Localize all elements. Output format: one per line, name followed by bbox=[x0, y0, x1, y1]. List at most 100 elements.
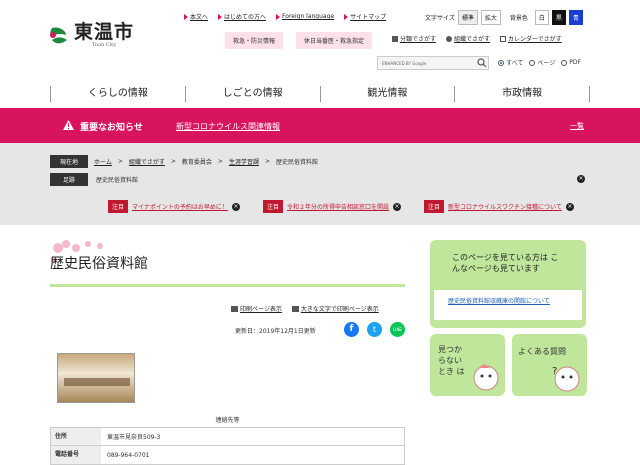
global-nav: くらしの情報 しごとの情報 観光情報 市政情報 bbox=[50, 86, 590, 102]
crumb-separator: > bbox=[217, 158, 223, 165]
close-notice-icon[interactable]: × bbox=[565, 202, 574, 211]
not-found-button[interactable]: 見つからない とき は bbox=[430, 334, 505, 396]
history-trail: 足跡 歴史民俗資料館 bbox=[50, 173, 138, 186]
svg-text:?: ? bbox=[552, 366, 557, 377]
skip-to-content-link[interactable]: 本文へ bbox=[184, 12, 208, 21]
crumb-lifelong[interactable]: 生涯学習課 bbox=[229, 157, 259, 166]
related-link[interactable]: 歴史民俗資料館収蔵庫の開館について bbox=[448, 298, 550, 305]
covid-info-link[interactable]: 新型コロナウイルス関連情報 bbox=[176, 121, 280, 132]
site-search-input[interactable]: ENHANCED BY Google bbox=[377, 56, 489, 70]
arrow-icon bbox=[344, 13, 349, 20]
category-search-link[interactable]: 分類でさがす bbox=[392, 34, 436, 43]
nav-tourism[interactable]: 観光情報 bbox=[321, 86, 456, 102]
arrow-icon bbox=[276, 13, 281, 20]
arrow-icon bbox=[184, 13, 188, 20]
notice-link[interactable]: 新型コロナウイルスワクチン接種について bbox=[448, 202, 562, 211]
close-history-icon[interactable]: × bbox=[577, 175, 585, 183]
title-underline bbox=[50, 284, 405, 287]
logo-subtitle: Toon City bbox=[91, 42, 117, 48]
bg-white-button[interactable]: 白 bbox=[534, 10, 549, 25]
calendar-icon bbox=[500, 35, 507, 42]
display-controls: 文字サイズ 標準 拡大 背景色 白 黒 青 bbox=[425, 10, 583, 25]
printer-icon bbox=[231, 305, 238, 312]
notice-item-2: 注目 令和２年分の所得申告相談窓口を開設 × bbox=[263, 200, 402, 213]
search-scope-radios: すべて ページ PDF bbox=[498, 58, 581, 67]
radio-label: ページ bbox=[537, 60, 556, 67]
notice-tag: 注目 bbox=[263, 200, 284, 213]
contact-heading: 連絡先等 bbox=[215, 417, 240, 424]
notice-link[interactable]: 令和２年分の所得申告相談窓口を開設 bbox=[287, 202, 389, 211]
notice-item-3: 注目 新型コロナウイルスワクチン接種について × bbox=[424, 200, 574, 213]
logo-title: 東温市 bbox=[74, 21, 135, 43]
utility-links: 本文へ はじめての方へ Foreign language サイトマップ bbox=[184, 12, 386, 21]
crumb-home[interactable]: ホーム bbox=[94, 157, 112, 166]
link-label: 組織でさがす bbox=[454, 36, 491, 43]
font-large-button[interactable]: 拡大 bbox=[480, 10, 501, 25]
emergency-info-button[interactable]: 救急・防災情報 bbox=[225, 32, 284, 49]
city-emblem-icon bbox=[50, 27, 67, 44]
row-label: 住所 bbox=[51, 428, 101, 445]
museum-photo bbox=[57, 353, 135, 403]
row-label: 電話番号 bbox=[51, 446, 101, 464]
facebook-icon[interactable]: f bbox=[344, 322, 359, 337]
notice-item-1: 注目 マイナポイントの予約はお早めに！ × bbox=[108, 200, 240, 213]
row-value: 089-964-0701 bbox=[107, 451, 150, 459]
notice-link[interactable]: マイナポイントの予約はお早めに！ bbox=[132, 202, 228, 211]
important-notice-bar: 重要なお知らせ 新型コロナウイルス関連情報 一覧 bbox=[0, 108, 640, 143]
radio-all[interactable]: すべて bbox=[498, 58, 523, 67]
share-buttons: f t LINE bbox=[344, 322, 405, 337]
radio-label: PDF bbox=[569, 59, 581, 66]
org-search-link[interactable]: 組織でさがす bbox=[446, 34, 490, 43]
bg-color-label: 背景色 bbox=[509, 15, 528, 22]
link-label: カレンダーでさがす bbox=[508, 36, 562, 43]
print-page-link[interactable]: 印刷ページ表示 bbox=[231, 304, 282, 313]
crumb-current: 歴史民俗資料館 bbox=[276, 159, 319, 166]
mascot-question-icon: ? bbox=[552, 366, 580, 392]
nav-work[interactable]: しごとの情報 bbox=[186, 86, 321, 102]
calendar-search-link[interactable]: カレンダーでさがす bbox=[500, 34, 562, 43]
crumb-org[interactable]: 組織でさがす bbox=[129, 157, 165, 166]
history-item[interactable]: 歴史民俗資料館 bbox=[96, 175, 138, 184]
printer-icon bbox=[291, 305, 299, 312]
notice-tag: 注目 bbox=[424, 200, 445, 213]
org-icon bbox=[446, 35, 453, 42]
nav-living[interactable]: くらしの情報 bbox=[51, 86, 186, 102]
site-logo[interactable]: 東温市 Toon City bbox=[48, 22, 134, 48]
link-label: はじめての方へ bbox=[224, 14, 267, 21]
faq-button[interactable]: よくある質問 ? bbox=[512, 334, 587, 396]
bg-blue-button[interactable]: 青 bbox=[568, 10, 583, 25]
print-links: 印刷ページ表示 大きな文字で印刷ページ表示 bbox=[231, 304, 379, 313]
line-icon[interactable]: LINE bbox=[390, 322, 405, 337]
search-icon[interactable] bbox=[476, 57, 488, 69]
notice-list-link[interactable]: 一覧 bbox=[570, 121, 584, 131]
font-standard-button[interactable]: 標準 bbox=[457, 10, 478, 25]
related-pages-box: このページを見ている方は こんなページも見ています 歴史民俗資料館収蔵庫の開館に… bbox=[430, 240, 586, 328]
close-notice-icon[interactable]: × bbox=[231, 202, 240, 211]
history-label: 足跡 bbox=[50, 173, 88, 186]
link-label: 本文へ bbox=[190, 14, 209, 21]
not-found-label: 見つからない とき は bbox=[438, 345, 465, 376]
radio-page[interactable]: ページ bbox=[529, 58, 555, 67]
foreign-language-link[interactable]: Foreign language bbox=[276, 13, 334, 20]
link-label: 大きな文字で印刷ページ表示 bbox=[300, 306, 379, 313]
first-visit-link[interactable]: はじめての方へ bbox=[218, 12, 266, 21]
font-size-label: 文字サイズ bbox=[425, 15, 455, 22]
crumb-separator: > bbox=[264, 158, 270, 165]
holiday-doctor-button[interactable]: 休日当番医・救急指定 bbox=[296, 32, 373, 49]
search-placeholder: ENHANCED BY Google bbox=[382, 60, 427, 66]
bg-black-button[interactable]: 黒 bbox=[551, 10, 566, 25]
twitter-icon[interactable]: t bbox=[367, 322, 382, 337]
sitemap-link[interactable]: サイトマップ bbox=[344, 12, 386, 21]
crumb-separator: > bbox=[170, 158, 176, 165]
close-notice-icon[interactable]: × bbox=[393, 202, 402, 211]
notice-tag: 注目 bbox=[108, 200, 129, 213]
large-print-link[interactable]: 大きな文字で印刷ページ表示 bbox=[291, 304, 379, 313]
radio-label: すべて bbox=[506, 60, 524, 67]
related-heading: このページを見ている方は こんなページも見ています bbox=[452, 253, 559, 273]
page-title: 歴史民俗資料館 bbox=[50, 256, 148, 272]
nav-city-govt[interactable]: 市政情報 bbox=[455, 86, 590, 102]
radio-icon bbox=[561, 59, 568, 66]
crumb-education: 教育委員会 bbox=[181, 159, 212, 166]
radio-pdf[interactable]: PDF bbox=[561, 59, 581, 66]
mascot-icon bbox=[473, 364, 499, 391]
